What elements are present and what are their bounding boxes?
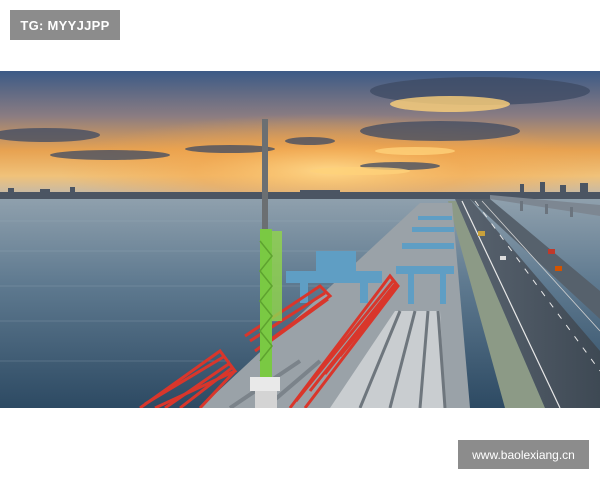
bridge-construction-photo [0, 71, 600, 408]
watermark-label-bottom: www.baolexiang.cn [458, 440, 589, 469]
watermark-label-top: TG: MYYJJPP [10, 10, 120, 40]
